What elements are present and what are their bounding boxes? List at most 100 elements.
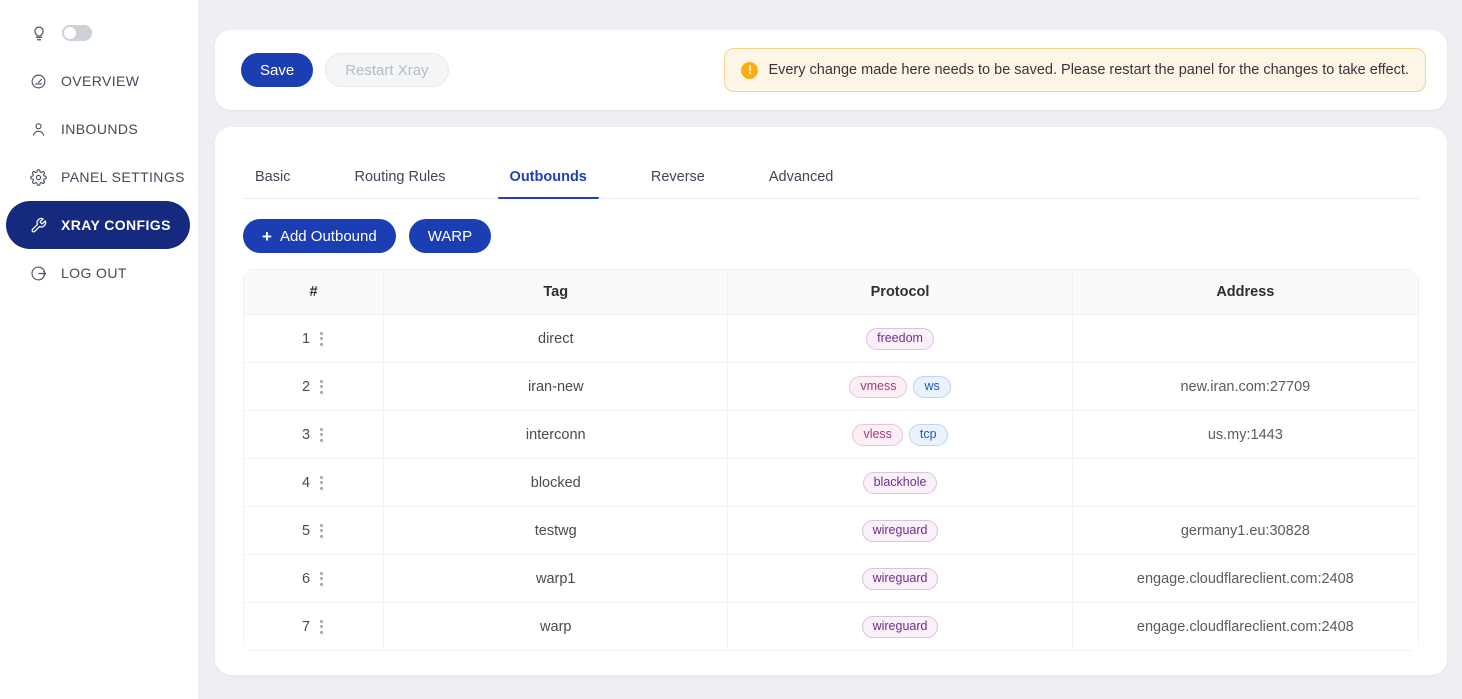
outbounds-table: #TagProtocolAddress 1 direct freedom 2 iran-… xyxy=(243,269,1419,651)
row-index: 7 xyxy=(302,619,310,635)
main-area: Save Restart Xray ! Every change made he… xyxy=(199,0,1462,699)
row-protocols: wireguard xyxy=(728,507,1072,555)
row-menu-icon[interactable] xyxy=(318,474,325,492)
protocol-badge-tcp: tcp xyxy=(909,424,948,446)
row-address: new.iran.com:27709 xyxy=(1072,363,1418,411)
table-header-row: #TagProtocolAddress xyxy=(244,270,1419,315)
tab-basic[interactable]: Basic xyxy=(243,157,302,198)
table-row: 3 interconn vless tcp us.my:1443 xyxy=(244,411,1419,459)
row-tag: warp xyxy=(384,603,728,651)
row-protocols: wireguard xyxy=(728,603,1072,651)
row-address: us.my:1443 xyxy=(1072,411,1418,459)
row-index: 1 xyxy=(302,331,310,347)
sidebar-item-xray-configs[interactable]: XRAY CONFIGS xyxy=(6,201,190,249)
table-row: 2iran-newvmesswsnew.iran.com:27709 xyxy=(244,363,1419,411)
protocol-badge-wireguard: wireguard xyxy=(862,520,939,542)
row-tag: interconn xyxy=(384,411,728,459)
configs-card: Basic Routing Rules Outbounds Reverse Advanc… xyxy=(215,127,1447,675)
sidebar: OVERVIEW INBOUNDS PANEL SETTINGS XRAY CONFI… xyxy=(0,0,199,699)
row-menu-icon[interactable] xyxy=(318,426,325,444)
column-header--: # xyxy=(244,270,384,315)
sidebar-item-label: XRAY CONFIGS xyxy=(61,217,171,233)
toolbar-card: Save Restart Xray ! Every change made he… xyxy=(215,30,1447,110)
row-protocols: blackhole xyxy=(728,459,1072,507)
row-tag: warp1 xyxy=(384,555,728,603)
row-index-cell: 2 xyxy=(244,363,384,411)
sidebar-item-inbounds[interactable]: INBOUNDS xyxy=(6,105,190,153)
row-address xyxy=(1072,315,1418,363)
row-tag: testwg xyxy=(384,507,728,555)
actions-row: + Add Outbound WARP xyxy=(243,219,1419,253)
row-address: engage.cloudflareclient.com:2408 xyxy=(1072,555,1418,603)
row-address: germany1.eu:30828 xyxy=(1072,507,1418,555)
sidebar-item-overview[interactable]: OVERVIEW xyxy=(6,57,190,105)
row-index-cell: 3 xyxy=(244,411,384,459)
row-tag: direct xyxy=(384,315,728,363)
row-index-cell: 5 xyxy=(244,507,384,555)
tab-reverse[interactable]: Reverse xyxy=(639,157,717,198)
sidebar-item-label: OVERVIEW xyxy=(61,73,139,89)
protocol-badge-wireguard: wireguard xyxy=(862,568,939,590)
warning-alert-text: Every change made here needs to be saved… xyxy=(768,62,1409,78)
tab-outbounds[interactable]: Outbounds xyxy=(498,157,599,198)
toolbar-buttons: Save Restart Xray xyxy=(241,53,449,87)
add-outbound-label: Add Outbound xyxy=(280,228,377,245)
theme-toggle[interactable] xyxy=(62,25,92,41)
toggle-knob xyxy=(64,27,76,39)
table-row: 5 testwg wireguard germany1.eu:30828 xyxy=(244,507,1419,555)
row-protocols: vless tcp xyxy=(728,411,1072,459)
sidebar-item-label: LOG OUT xyxy=(61,265,127,281)
user-icon xyxy=(30,121,47,138)
row-index: 6 xyxy=(302,571,310,587)
row-index: 2 xyxy=(302,379,310,395)
tab-bar: Basic Routing Rules Outbounds Reverse Advanc… xyxy=(243,127,1419,199)
protocol-badge-ws: ws xyxy=(913,376,950,398)
row-address xyxy=(1072,459,1418,507)
row-index-cell: 1 xyxy=(244,315,384,363)
sidebar-item-panel-settings[interactable]: PANEL SETTINGS xyxy=(6,153,190,201)
row-menu-icon[interactable] xyxy=(318,522,325,540)
row-menu-icon[interactable] xyxy=(318,378,325,396)
protocol-badge-vless: vless xyxy=(852,424,902,446)
gear-icon xyxy=(30,169,47,186)
warp-button[interactable]: WARP xyxy=(409,219,491,253)
row-menu-icon[interactable] xyxy=(318,330,325,348)
protocol-badge-wireguard: wireguard xyxy=(862,616,939,638)
column-header-tag: Tag xyxy=(384,270,728,315)
plus-icon: + xyxy=(262,227,272,246)
tab-advanced[interactable]: Advanced xyxy=(757,157,846,198)
restart-xray-button[interactable]: Restart Xray xyxy=(325,53,448,87)
column-header-protocol: Protocol xyxy=(728,270,1072,315)
row-protocols: vmessws xyxy=(728,363,1072,411)
table-row: 7warpwireguardengage.cloudflareclient.co… xyxy=(244,603,1419,651)
tab-routing-rules[interactable]: Routing Rules xyxy=(342,157,457,198)
sidebar-item-label: INBOUNDS xyxy=(61,121,138,137)
wrench-icon xyxy=(30,217,47,234)
sidebar-nav: OVERVIEW INBOUNDS PANEL SETTINGS XRAY CONFI… xyxy=(0,57,198,297)
row-menu-icon[interactable] xyxy=(318,570,325,588)
row-index: 4 xyxy=(302,475,310,491)
lightbulb-icon xyxy=(30,24,48,42)
row-index: 3 xyxy=(302,427,310,443)
row-tag: blocked xyxy=(384,459,728,507)
row-tag: iran-new xyxy=(384,363,728,411)
table-row: 1 direct freedom xyxy=(244,315,1419,363)
protocol-badge-blackhole: blackhole xyxy=(863,472,938,494)
sidebar-item-log-out[interactable]: LOG OUT xyxy=(6,249,190,297)
row-index-cell: 4 xyxy=(244,459,384,507)
save-button[interactable]: Save xyxy=(241,53,313,87)
logout-icon xyxy=(30,265,47,282)
warning-icon: ! xyxy=(741,62,758,79)
theme-toggle-row xyxy=(0,9,198,57)
protocol-badge-freedom: freedom xyxy=(866,328,934,350)
table-row: 4 blocked blackhole xyxy=(244,459,1419,507)
protocol-badge-vmess: vmess xyxy=(849,376,907,398)
row-index: 5 xyxy=(302,523,310,539)
gauge-icon xyxy=(30,73,47,90)
add-outbound-button[interactable]: + Add Outbound xyxy=(243,219,396,253)
column-header-address: Address xyxy=(1072,270,1418,315)
row-index-cell: 6 xyxy=(244,555,384,603)
row-index-cell: 7 xyxy=(244,603,384,651)
row-protocols: wireguard xyxy=(728,555,1072,603)
row-menu-icon[interactable] xyxy=(318,618,325,636)
